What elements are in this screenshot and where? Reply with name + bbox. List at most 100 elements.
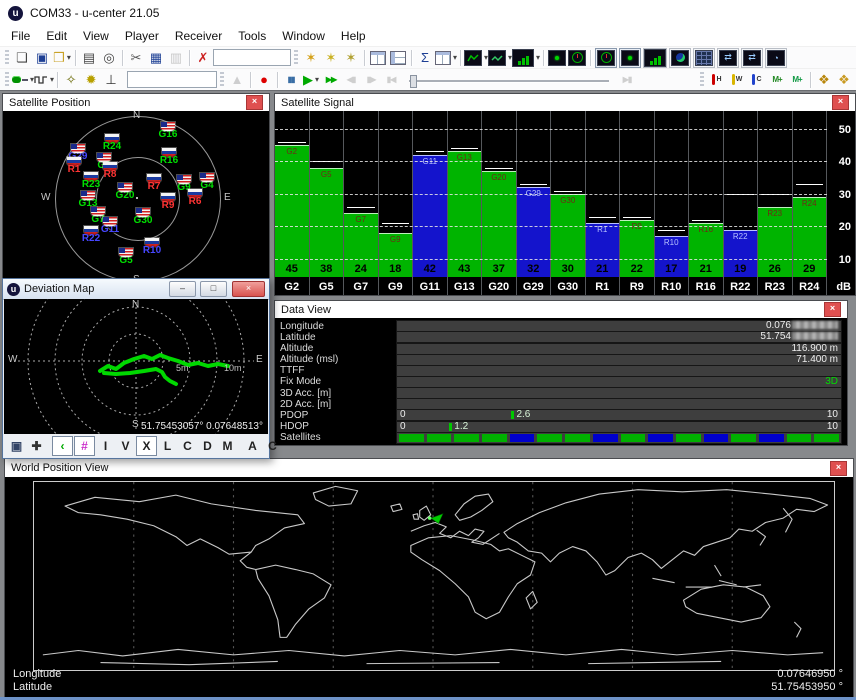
menu-view[interactable]: View bbox=[75, 27, 117, 45]
satellite-position-view-toggle[interactable] bbox=[595, 48, 617, 68]
fast-forward-button[interactable]: ▶▶ bbox=[321, 71, 341, 89]
chevron-down-icon[interactable]: ▾ bbox=[67, 53, 71, 62]
close-icon[interactable]: × bbox=[830, 461, 847, 476]
world-position-view-toggle[interactable] bbox=[669, 48, 691, 68]
scale-50m-button[interactable]: L bbox=[158, 437, 177, 455]
window-titlebar[interactable]: u COM33 - u-center 21.05 bbox=[0, 0, 856, 26]
deviation-map-titlebar[interactable]: u Deviation Map – □ × bbox=[3, 279, 269, 300]
debugger-button[interactable]: ✹ bbox=[81, 71, 101, 89]
scale-500m-button[interactable]: D bbox=[198, 437, 217, 455]
record-button[interactable]: ● bbox=[254, 71, 274, 89]
menu-tools[interactable]: Tools bbox=[230, 27, 274, 45]
scale-10m-button[interactable]: X bbox=[136, 436, 157, 456]
paste-button[interactable]: ▥ bbox=[166, 49, 186, 67]
track-toggle[interactable]: ‹ bbox=[52, 436, 73, 456]
step-forward-button[interactable]: ▮▶ bbox=[361, 71, 381, 89]
history-chart-button[interactable]: ▾ bbox=[488, 49, 512, 67]
new-file-button[interactable]: ❏ bbox=[12, 49, 32, 67]
deviation-map-view-toggle[interactable] bbox=[619, 48, 641, 68]
scale-1000m-button[interactable]: M bbox=[218, 437, 237, 455]
open-button[interactable]: ❒▾ bbox=[52, 49, 72, 67]
center-position-button[interactable]: ✚ bbox=[27, 437, 46, 455]
slider-thumb[interactable] bbox=[410, 75, 417, 88]
hotstart-button[interactable]: H bbox=[707, 71, 727, 89]
connect-button[interactable]: ▾ bbox=[12, 71, 34, 89]
close-icon[interactable]: × bbox=[824, 302, 841, 317]
chevron-down-icon[interactable]: ▾ bbox=[315, 75, 319, 84]
clear-track-button[interactable]: C bbox=[263, 437, 282, 455]
warmstart-button[interactable]: W bbox=[727, 71, 747, 89]
messages-config-button[interactable]: M+ bbox=[767, 71, 787, 89]
new-chart-view-button[interactable]: ✶ bbox=[301, 49, 321, 67]
deviation-map-logo-icon: u bbox=[7, 283, 20, 296]
packet-console-toggle[interactable]: ⇄ bbox=[717, 48, 739, 68]
network-input[interactable] bbox=[127, 71, 217, 88]
auto-scale-button[interactable]: A bbox=[243, 437, 262, 455]
messages-poll-button[interactable]: M+ bbox=[787, 71, 807, 89]
close-button[interactable]: × bbox=[232, 281, 265, 297]
autobauding-button[interactable]: ✧ bbox=[61, 71, 81, 89]
toolbar-grip[interactable] bbox=[700, 72, 704, 87]
antenna-button[interactable]: ⊥ bbox=[101, 71, 121, 89]
menu-help[interactable]: Help bbox=[333, 27, 374, 45]
text-console-toggle[interactable]: ◔ bbox=[765, 48, 787, 68]
scale-5m-button[interactable]: V bbox=[116, 437, 135, 455]
maximize-button[interactable]: □ bbox=[200, 281, 227, 297]
eject-button[interactable]: ▲ bbox=[227, 71, 247, 89]
toolbar-grip[interactable] bbox=[5, 50, 9, 65]
cut-button[interactable]: ✂ bbox=[126, 49, 146, 67]
firmware-update-button[interactable]: ❖ bbox=[814, 71, 834, 89]
package-manager-button[interactable]: ❖ bbox=[834, 71, 854, 89]
new-table-view-button[interactable]: ✶ bbox=[321, 49, 341, 67]
satellite-position-header[interactable]: Satellite Position × bbox=[3, 94, 269, 112]
jump-start-button[interactable]: ▮◀ bbox=[381, 71, 401, 89]
step-back-button[interactable]: ◀▮ bbox=[341, 71, 361, 89]
copy-button[interactable]: ▦ bbox=[146, 49, 166, 67]
statistics-button[interactable]: Σ bbox=[415, 49, 435, 67]
print-button[interactable]: ▤ bbox=[79, 49, 99, 67]
binary-console-toggle[interactable]: ⇄ bbox=[741, 48, 763, 68]
filter-input[interactable] bbox=[213, 49, 291, 66]
menu-window[interactable]: Window bbox=[274, 27, 333, 45]
view-settings-button[interactable]: ▣ bbox=[7, 437, 26, 455]
chevron-down-icon[interactable]: ▾ bbox=[453, 53, 457, 62]
data-view-toggle[interactable] bbox=[693, 48, 715, 68]
delete-button[interactable]: ✗ bbox=[193, 49, 213, 67]
world-position-header[interactable]: World Position View × bbox=[5, 459, 853, 478]
scale-1m-button[interactable]: I bbox=[96, 437, 115, 455]
jump-end-button[interactable]: ▶▮ bbox=[617, 71, 637, 89]
menu-edit[interactable]: Edit bbox=[38, 27, 75, 45]
pause-button[interactable]: ▮▮ bbox=[281, 71, 301, 89]
close-icon[interactable]: × bbox=[246, 95, 263, 110]
chart-view-button[interactable]: ▾ bbox=[464, 49, 488, 67]
toolbar-separator bbox=[122, 50, 123, 66]
save-button[interactable]: ▣ bbox=[32, 49, 52, 67]
data-view-header[interactable]: Data View × bbox=[275, 301, 847, 319]
menu-player[interactable]: Player bbox=[117, 27, 167, 45]
toolbar-grip[interactable] bbox=[5, 72, 9, 87]
histogram-view-button[interactable]: ▾ bbox=[512, 49, 540, 67]
satellite-signal-header[interactable]: Satellite Signal × bbox=[275, 94, 855, 112]
dock-horizontal-button[interactable] bbox=[368, 49, 388, 67]
toolbar-grip[interactable] bbox=[220, 72, 224, 87]
menu-receiver[interactable]: Receiver bbox=[167, 27, 230, 45]
minimize-button[interactable]: – bbox=[169, 281, 196, 297]
close-icon[interactable]: × bbox=[832, 95, 849, 110]
map-view-button[interactable] bbox=[547, 49, 567, 67]
satellite-signal-view-toggle[interactable] bbox=[643, 48, 667, 68]
playback-position-slider[interactable] bbox=[409, 72, 609, 88]
dock-vertical-button[interactable] bbox=[388, 49, 408, 67]
toolbar-grip[interactable] bbox=[294, 50, 298, 65]
print-preview-button[interactable]: ◎ bbox=[99, 49, 119, 67]
menu-file[interactable]: File bbox=[3, 27, 38, 45]
grid-toggle[interactable]: # bbox=[74, 436, 95, 456]
scale-100m-button[interactable]: C bbox=[178, 437, 197, 455]
table-view-button[interactable]: ▾ bbox=[435, 49, 457, 67]
play-button[interactable]: ▶▾ bbox=[301, 71, 321, 89]
new-map-view-button[interactable]: ✶ bbox=[341, 49, 361, 67]
compass-view-button[interactable] bbox=[567, 49, 587, 67]
chevron-down-icon[interactable]: ▾ bbox=[536, 53, 540, 62]
baudrate-button[interactable]: ▾ bbox=[34, 71, 54, 89]
coldstart-button[interactable]: C bbox=[747, 71, 767, 89]
chevron-down-icon[interactable]: ▾ bbox=[50, 75, 54, 84]
